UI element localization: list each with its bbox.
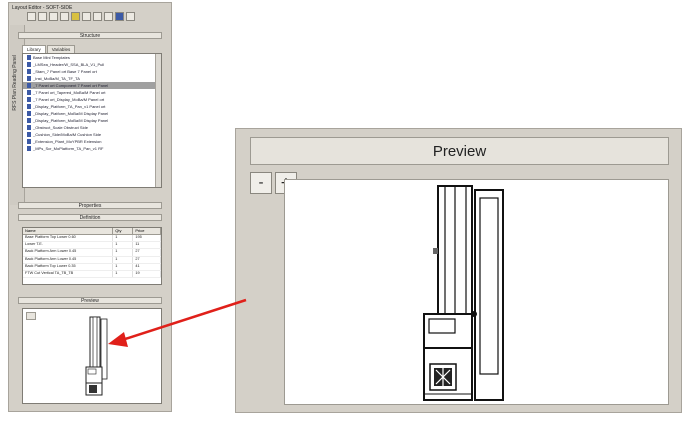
red-arrow bbox=[108, 298, 247, 347]
